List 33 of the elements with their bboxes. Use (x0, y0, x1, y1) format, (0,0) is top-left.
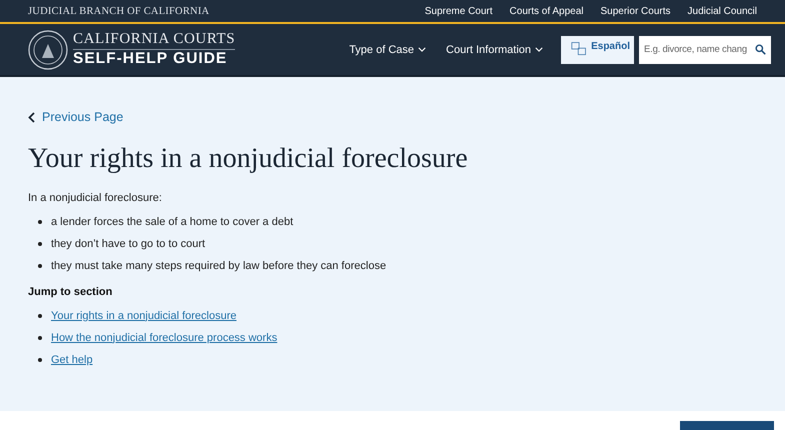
top-nav-link[interactable]: Supreme Court (424, 6, 493, 16)
chevron-down-icon (418, 47, 426, 52)
list-item-text: they must take many steps required by law before they can foreclose (51, 260, 386, 272)
logo-title: CALIFORNIA COURTS (73, 31, 236, 50)
previous-page-link[interactable]: Previous Page (28, 110, 757, 124)
chevron-down-icon (535, 47, 543, 52)
top-nav-link[interactable]: Judicial Council (688, 6, 757, 16)
search-field[interactable]: E.g. divorce, name chang (639, 36, 771, 64)
top-nav-link[interactable]: Courts of Appeal (510, 6, 584, 16)
chevron-left-icon (28, 112, 35, 122)
intro-text: In a nonjudicial foreclosure: (28, 192, 163, 204)
nav-menu[interactable]: Court Information (446, 44, 543, 56)
section-link[interactable]: Get help (51, 354, 93, 366)
bullet-icon (38, 336, 42, 340)
bullet-icon (38, 220, 42, 224)
page-title: Your rights in a nonjudicial foreclosure (28, 143, 469, 175)
bullet-icon (38, 358, 42, 362)
section-link[interactable]: How the nonjudicial foreclosure process works (51, 332, 278, 344)
language-button[interactable]: Español (561, 36, 634, 64)
section-heading: Jump to section (28, 286, 114, 298)
bullet-icon (38, 264, 42, 268)
bullet-icon (38, 314, 42, 318)
translate-icon (571, 40, 588, 56)
section-link[interactable]: Your rights in a nonjudicial foreclosure (51, 310, 236, 322)
seal-icon (28, 30, 68, 70)
site-title: JUDICIAL BRANCH OF CALIFORNIA (28, 6, 210, 16)
bullet-icon (38, 242, 42, 246)
list-item-text: a lender forces the sale of a home to cover a debt (51, 216, 294, 228)
nav-menu[interactable]: Type of Case (349, 44, 426, 56)
list-item-text: they don’t have to go to to court (51, 238, 206, 250)
top-nav-link[interactable]: Superior Courts (600, 6, 671, 16)
search-icon[interactable] (755, 44, 766, 54)
logo-subtitle: SELF-HELP GUIDE (73, 50, 228, 68)
